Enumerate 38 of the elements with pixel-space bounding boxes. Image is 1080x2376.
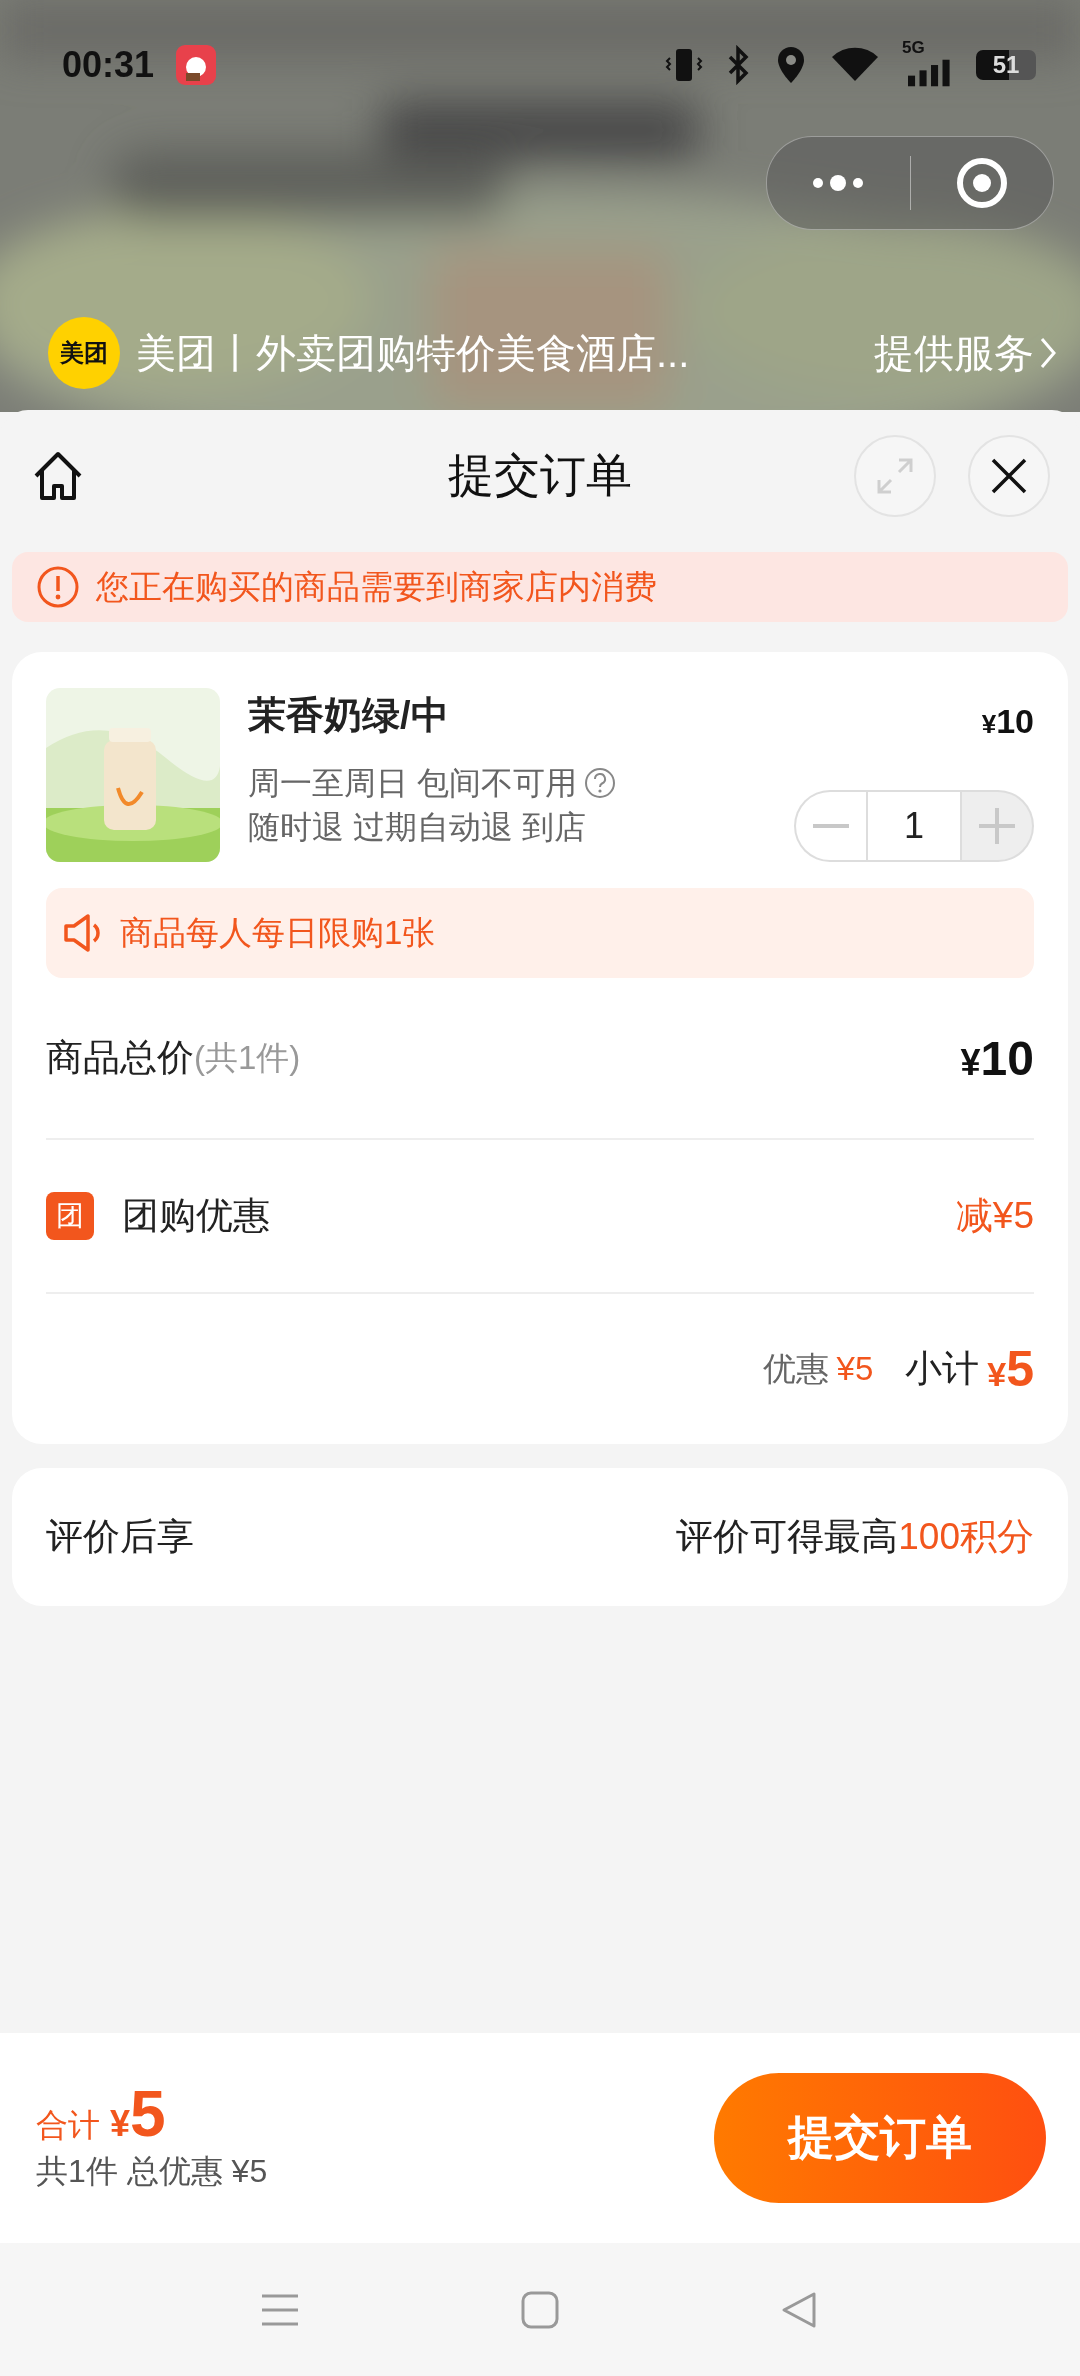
total-label: 合计	[36, 2106, 100, 2145]
mini-app-name: 美团丨外卖团购特价美食酒店...	[136, 329, 691, 377]
item-count: (共1件)	[194, 1037, 301, 1078]
total-label: 商品总价	[46, 1036, 194, 1080]
product-name: 茉香奶绿/中	[248, 693, 450, 738]
total-amount: ¥5	[110, 2082, 166, 2146]
submit-order-button[interactable]: 提交订单	[714, 2073, 1046, 2203]
product-price: ¥10	[981, 702, 1034, 741]
policy-text: 随时退 过期自动退 到店	[248, 808, 587, 847]
battery-level: 51	[992, 51, 1020, 79]
plus-icon	[979, 808, 1015, 844]
quantity-field[interactable]: 1	[866, 790, 962, 862]
alert-icon	[36, 565, 80, 609]
minus-icon	[813, 824, 849, 828]
saving-label: 优惠	[762, 1348, 829, 1389]
subtotal-value: ¥5	[987, 1340, 1034, 1398]
service-link[interactable]: 提供服务	[874, 325, 1058, 381]
home-nav-icon[interactable]	[520, 2289, 560, 2330]
page-title: 提交订单	[448, 448, 632, 503]
group-buy-badge: 团	[46, 1192, 94, 1240]
help-icon[interactable]	[582, 766, 617, 800]
usage-text: 周一至周日 包间不可用	[248, 764, 577, 803]
subtotal-label: 小计	[905, 1347, 980, 1391]
review-reward-text: 评价可得最高100积分	[676, 1515, 1034, 1559]
discount-label: 团购优惠	[122, 1194, 270, 1238]
discount-value: 减¥5	[955, 1194, 1034, 1238]
chevron-right-icon	[1038, 335, 1058, 371]
limit-text: 商品每人每日限购1张	[120, 912, 436, 953]
discount-summary: 共1件 总优惠 ¥5	[36, 2152, 268, 2191]
app-notification-icon	[176, 45, 217, 85]
review-label: 评价后享	[46, 1515, 194, 1559]
notice-text: 您正在购买的商品需要到商家店内消费	[96, 566, 657, 607]
status-time: 00:31	[62, 44, 155, 86]
total-price: ¥10	[960, 1030, 1034, 1086]
network-type: 5G	[902, 38, 925, 58]
close-icon	[989, 456, 1029, 496]
saving-value: ¥5	[836, 1350, 874, 1388]
target-icon	[954, 156, 1009, 210]
